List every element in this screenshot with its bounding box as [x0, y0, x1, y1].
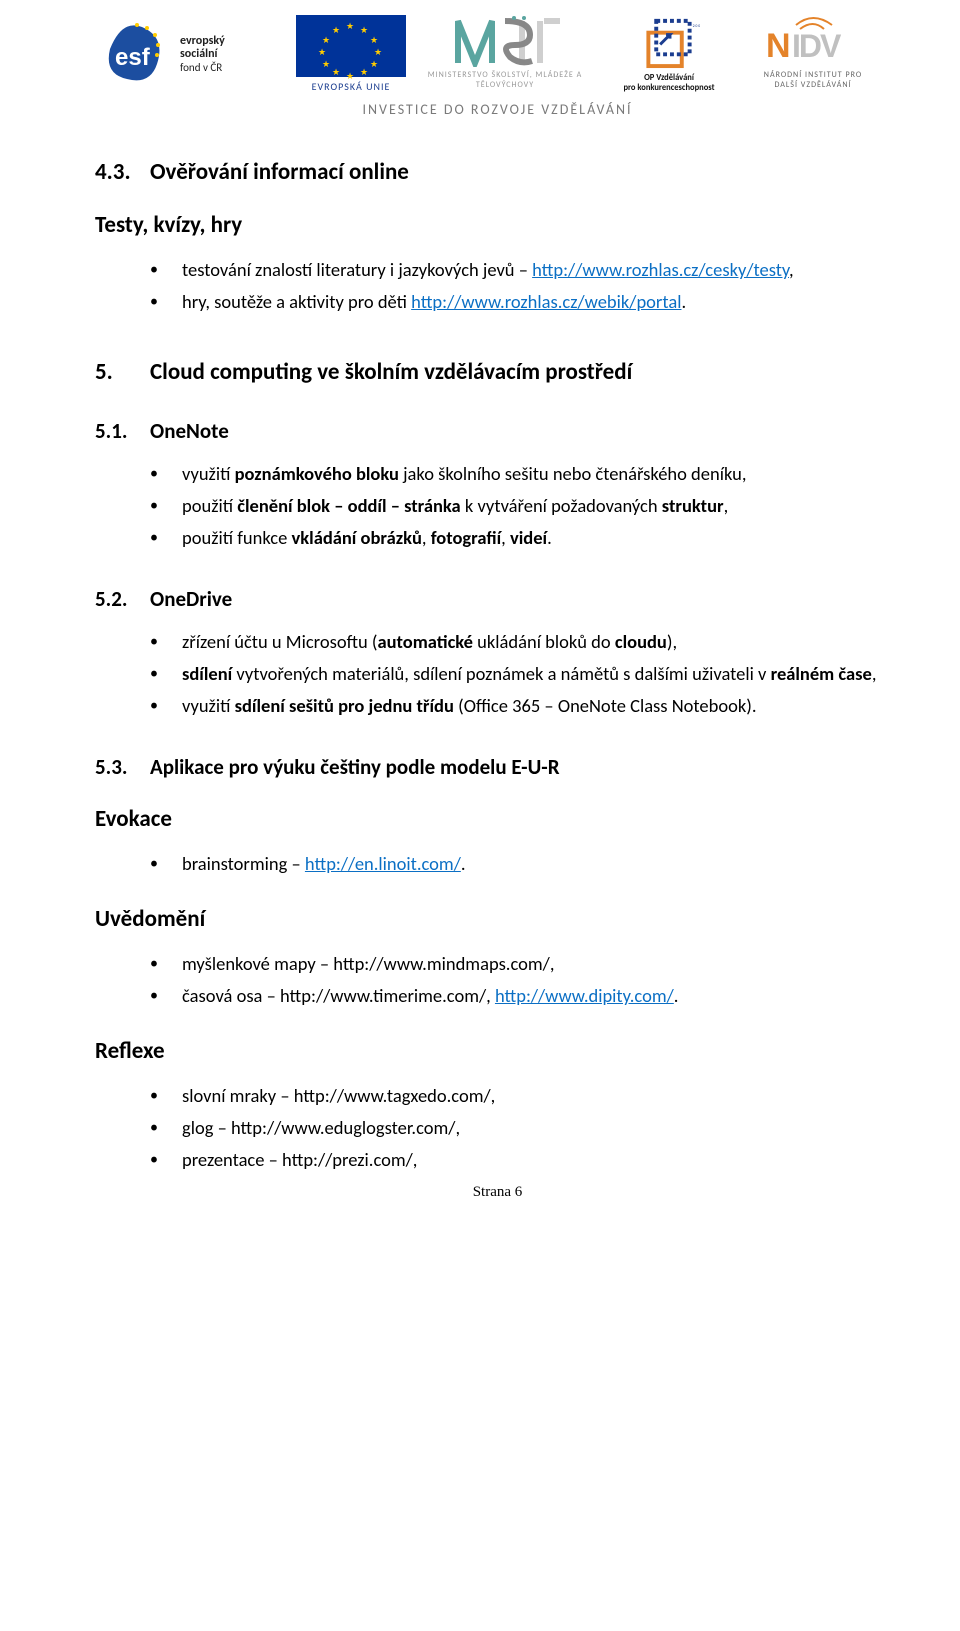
page-footer: Strana 6 [95, 1184, 900, 1201]
heading-4-3: 4.3.Ověřování informací online [95, 158, 900, 186]
list-item: myšlenkové mapy – http://www.mindmaps.co… [150, 948, 900, 980]
heading-5-title: Cloud computing ve školním vzdělávacím p… [150, 358, 632, 386]
msmt-label: MINISTERSTVO ŠKOLSTVÍ, MLÁDEŽE A TĚLOVÝC… [425, 70, 585, 90]
esf-logo: esf evropský sociální fond v ČR [102, 15, 277, 93]
op-label-1: OP Vzdělávání [644, 73, 694, 83]
heading-5-1-number: 5.1. [95, 418, 150, 444]
svg-text:2 0 0 7 - 1 3: 2 0 0 7 - 1 3 [693, 24, 700, 29]
svg-text:esf: esf [115, 44, 151, 71]
heading-5-2-number: 5.2. [95, 586, 150, 612]
heading-5-2-title: OneDrive [150, 586, 232, 612]
nidv-logo: N IDV NÁRODNÍ INSTITUT PRO DALŠÍ VZDĚLÁV… [753, 15, 873, 93]
heading-5-3-title: Aplikace pro výuku češtiny podle modelu … [150, 754, 560, 780]
esf-text-1: evropský [180, 35, 225, 48]
list-item: použití funkce vkládání obrázků, fotogra… [150, 522, 900, 554]
list-item: prezentace – http://prezi.com/, [150, 1144, 900, 1176]
list-5-2: zřízení účtu u Microsoftu (automatické u… [95, 626, 900, 722]
logo-strip: esf evropský sociální fond v ČR ★ ★ ★ ★ … [75, 15, 900, 93]
list-item: brainstorming – http://en.linoit.com/. [150, 848, 900, 880]
esf-icon: esf [102, 19, 172, 89]
svg-text:IDV: IDV [792, 28, 842, 64]
heading-5-3-number: 5.3. [95, 754, 150, 780]
op-icon: 2 0 0 7 - 1 3 [638, 15, 700, 70]
list-item: testování znalostí literatury i jazykový… [150, 254, 900, 286]
list-item: časová osa – http://www.timerime.com/, h… [150, 980, 900, 1012]
list-item: slovní mraky – http://www.tagxedo.com/, [150, 1080, 900, 1112]
list-item: využití poznámkového bloku jako školního… [150, 458, 900, 490]
tagline: INVESTICE DO ROZVOJE VZDĚLÁVÁNÍ [95, 101, 900, 118]
esf-text-3: fond v ČR [180, 61, 225, 74]
subheading-uvedomeni: Uvědomění [95, 905, 900, 933]
op-logo: 2 0 0 7 - 1 3 OP Vzdělávánípro konkurenc… [599, 15, 739, 93]
link-dipity[interactable]: http://www.dipity.com/ [495, 984, 674, 1007]
heading-5-2: 5.2.OneDrive [95, 586, 900, 612]
list-item: zřízení účtu u Microsoftu (automatické u… [150, 626, 900, 658]
subheading-evokace: Evokace [95, 805, 900, 833]
link-rozhlas-webik[interactable]: http://www.rozhlas.cz/webik/portal [411, 290, 681, 313]
list-text: časová osa – http://www.timerime.com/, [182, 984, 495, 1007]
msmt-logo: MINISTERSTVO ŠKOLSTVÍ, MLÁDEŽE A TĚLOVÝC… [425, 15, 585, 93]
list-item: použití členění blok – oddíl – stránka k… [150, 490, 900, 522]
nidv-icon: N IDV [766, 15, 861, 67]
list-text: . [681, 290, 686, 313]
list-uvedomeni: myšlenkové mapy – http://www.mindmaps.co… [95, 948, 900, 1012]
link-rozhlas-testy[interactable]: http://www.rozhlas.cz/cesky/testy [532, 258, 789, 281]
list-text: hry, soutěže a aktivity pro děti [182, 290, 411, 313]
list-text: brainstorming – [182, 852, 305, 875]
list-5-1: využití poznámkového bloku jako školního… [95, 458, 900, 554]
heading-5: 5.Cloud computing ve školním vzdělávacím… [95, 358, 900, 386]
list-text: , [789, 258, 794, 281]
nidv-label: NÁRODNÍ INSTITUT PRO DALŠÍ VZDĚLÁVÁNÍ [753, 70, 873, 90]
subheading-tests: Testy, kvízy, hry [95, 211, 900, 239]
subheading-reflexe: Reflexe [95, 1037, 900, 1065]
heading-5-3: 5.3.Aplikace pro výuku češtiny podle mod… [95, 754, 900, 780]
msmt-icon [450, 15, 560, 67]
heading-5-1: 5.1.OneNote [95, 418, 900, 444]
heading-5-1-title: OneNote [150, 418, 229, 444]
list-text: myšlenkové mapy – http://www.mindmaps.co… [182, 952, 554, 975]
eu-flag-icon: ★ ★ ★ ★ ★ ★ ★ ★ ★ ★ ★ ★ [296, 15, 406, 77]
op-label-2: pro konkurenceschopnost [623, 83, 714, 93]
list-text: testování znalostí literatury i jazykový… [182, 258, 532, 281]
heading-4-3-title: Ověřování informací online [150, 158, 409, 186]
eu-logo: ★ ★ ★ ★ ★ ★ ★ ★ ★ ★ ★ ★ EVROPSKÁ UNIE [291, 15, 411, 93]
list-item: glog – http://www.eduglogster.com/, [150, 1112, 900, 1144]
list-evokace: brainstorming – http://en.linoit.com/. [95, 848, 900, 880]
heading-5-number: 5. [95, 358, 150, 386]
heading-4-3-number: 4.3. [95, 158, 150, 186]
list-text: . [674, 984, 679, 1007]
list-text: . [461, 852, 466, 875]
list-item: využití sdílení sešitů pro jednu třídu (… [150, 690, 900, 722]
list-item: hry, soutěže a aktivity pro děti http://… [150, 286, 900, 318]
esf-text-2: sociální [180, 48, 225, 61]
list-reflexe: slovní mraky – http://www.tagxedo.com/, … [95, 1080, 900, 1176]
list-item: sdílení vytvořených materiálů, sdílení p… [150, 658, 900, 690]
list-4-3: testování znalostí literatury i jazykový… [95, 254, 900, 318]
link-linoit[interactable]: http://en.linoit.com/ [305, 852, 461, 875]
svg-text:N: N [766, 27, 791, 65]
